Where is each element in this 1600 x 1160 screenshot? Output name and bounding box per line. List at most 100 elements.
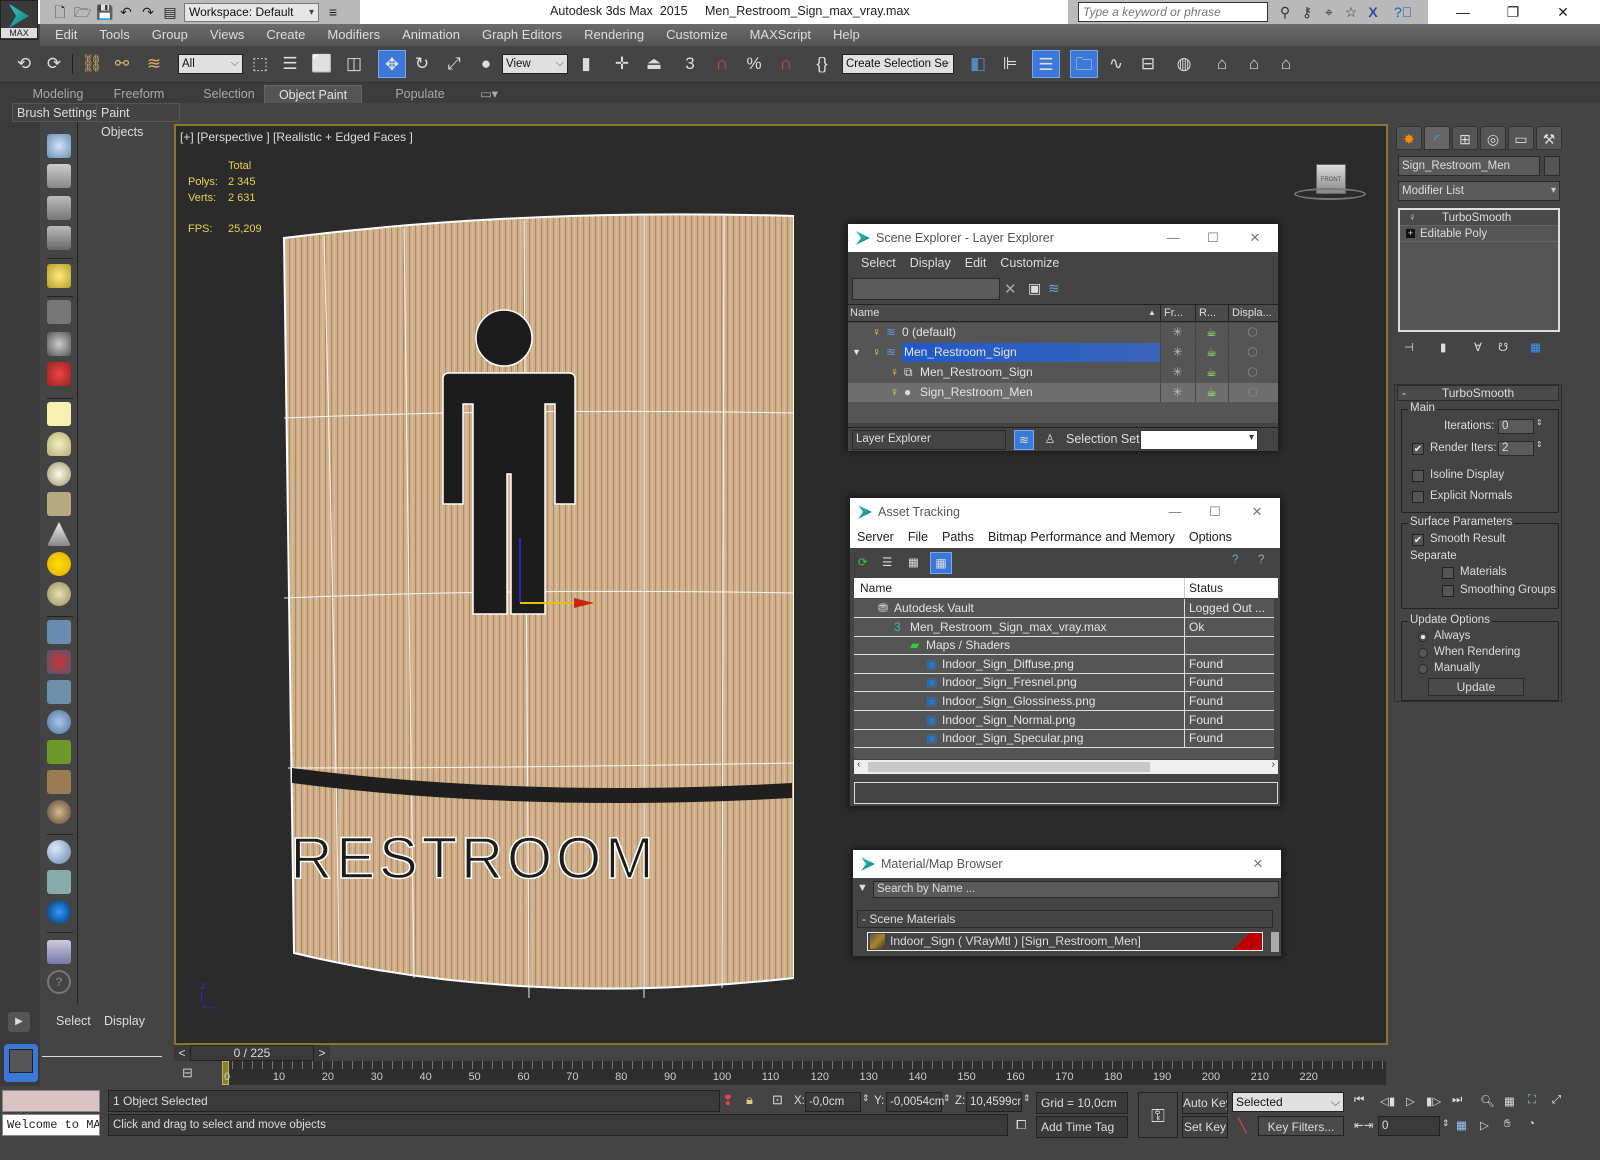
menu-rendering[interactable]: Rendering [573, 24, 655, 46]
object-name-field[interactable]: Sign_Restroom_Men [1398, 156, 1540, 176]
create-tab-icon[interactable]: ✸ [1396, 126, 1422, 150]
freeze-icon[interactable]: ✳ [1160, 323, 1194, 342]
render-iters-checkbox[interactable]: ✔ [1412, 443, 1424, 455]
remove-modifier-icon[interactable]: ☋ [1498, 340, 1508, 354]
col-status[interactable]: Status [1184, 578, 1223, 598]
hair-farm-icon[interactable] [47, 770, 71, 794]
menu-options[interactable]: Options [1182, 530, 1239, 544]
time-tag-icon[interactable]: ⧠ [1016, 1117, 1026, 1133]
zoom-icon[interactable]: 🔍︎ [1480, 1094, 1495, 1108]
material-item[interactable]: Indoor_Sign ( VRayMtl ) [Sign_Restroom_M… [867, 932, 1263, 951]
asset-row[interactable]: ▣ Indoor_Sign_Normal.png Found [854, 710, 1274, 730]
angle-snap-icon[interactable]: ∩ [708, 50, 736, 78]
spinner-arrows-icon[interactable]: ⇕ [943, 1093, 951, 1104]
redo-icon[interactable]: ↷ [140, 4, 156, 20]
modifier-list-dropdown[interactable]: Modifier List ▾ [1398, 181, 1560, 201]
track-bar[interactable]: 0 10 20 30 40 50 60 70 80 90 100 110 120 130 140 150 160… [222, 1061, 1386, 1085]
selection-filter-dropdown[interactable]: All [178, 54, 243, 74]
exchange-icon[interactable]: X [1364, 3, 1382, 21]
mesh-light-icon[interactable] [47, 492, 71, 516]
ies-light-icon[interactable] [47, 522, 71, 546]
freeze-icon[interactable]: ✳ [1160, 383, 1194, 402]
zoom-all-icon[interactable]: ▦ [1504, 1094, 1515, 1108]
menu-graph-editors[interactable]: Graph Editors [471, 24, 573, 46]
browser-options-icon[interactable]: ▼ [857, 882, 868, 894]
viewport-label[interactable]: [+] [Perspective ] [Realistic + Edged Fa… [180, 130, 413, 144]
radio-when-rendering[interactable] [1418, 648, 1428, 658]
link-icon[interactable]: ⛓ [78, 50, 106, 78]
key-mode-dropdown[interactable]: Selected ⌵ [1232, 1092, 1344, 1112]
dome-camera-icon[interactable] [47, 332, 71, 356]
menu-bitmap-performance[interactable]: Bitmap Performance and Memory [981, 530, 1182, 544]
menu-edit[interactable]: Edit [958, 256, 994, 270]
close-button[interactable]: ✕ [1242, 498, 1272, 526]
scroll-left-icon[interactable]: ‹ [857, 759, 860, 770]
collapse-arrow-icon[interactable]: ▼ [852, 343, 861, 362]
spinner-arrows-icon[interactable]: ⇕ [1442, 1118, 1450, 1129]
tab-modeling[interactable]: Modeling [20, 85, 96, 103]
asset-tracking-titlebar[interactable]: Asset Tracking — ☐ ✕ [850, 498, 1280, 526]
pan-view-icon[interactable]: ✋︎ [1504, 1118, 1511, 1131]
render-iters-spinner[interactable]: 2 [1498, 441, 1534, 456]
asset-row[interactable]: ▰ Maps / Shaders [854, 636, 1274, 656]
select-move-icon[interactable]: ✥ [378, 50, 406, 78]
time-configuration-icon[interactable]: ▦ [1456, 1118, 1467, 1132]
table-view-icon[interactable]: ▦ [930, 552, 952, 574]
scene-tree-row[interactable]: ♀ ⧉ Men_Restroom_Sign ✳ ☕︎ ⬡ [848, 363, 1278, 382]
open-file-icon[interactable]: 🗁 [74, 4, 91, 20]
menu-views[interactable]: Views [199, 24, 255, 46]
y-coordinate-field[interactable]: -0,0054cm [886, 1092, 944, 1112]
workspace-dropdown[interactable]: Workspace: Default [184, 2, 319, 22]
tab-freeform[interactable]: Freeform [104, 85, 174, 103]
restroom-sign-model[interactable]: RESTROOM [264, 208, 794, 998]
render-production-icon[interactable]: ⌂ [1272, 50, 1300, 78]
panel-brush-settings[interactable]: Brush Settings [12, 103, 104, 122]
smooth-result-checkbox[interactable]: ✔ [1412, 534, 1424, 546]
play-icon[interactable]: ▷ [1406, 1094, 1415, 1108]
pin-stack-icon[interactable]: ⊣ [1404, 340, 1414, 354]
material-sphere-icon[interactable] [47, 840, 71, 864]
save-icon[interactable]: 💾 [96, 4, 113, 20]
maximize-button[interactable]: ☐ [1200, 498, 1230, 526]
window-crossing-icon[interactable]: ◫ [340, 50, 368, 78]
fur-icon[interactable] [47, 650, 71, 674]
clear-search-icon[interactable]: ✕ [1004, 280, 1017, 298]
plane-icon[interactable] [47, 680, 71, 704]
viewcube-ring[interactable] [1294, 188, 1366, 200]
render-setup-icon[interactable]: ⌂ [1208, 50, 1236, 78]
add-time-tag-button[interactable]: Add Time Tag [1036, 1116, 1128, 1138]
help-info-icon[interactable]: ? [1258, 554, 1264, 566]
menu-animation[interactable]: Animation [391, 24, 471, 46]
minimize-button[interactable]: — [1160, 498, 1190, 526]
selection-set-dropdown[interactable]: ▾ [1140, 430, 1258, 450]
reference-coordinate-dropdown[interactable]: View [502, 54, 568, 74]
spinner-arrows-icon[interactable]: ⇕ [1536, 418, 1543, 427]
pivot-center-icon[interactable]: ▮ [572, 50, 600, 78]
explorer-mode-dropdown[interactable]: Layer Explorer [852, 430, 1006, 450]
expand-icon[interactable]: + [1406, 229, 1415, 238]
settings-panel-icon[interactable] [47, 226, 71, 250]
lightbulb-icon[interactable]: ♀ [890, 363, 899, 382]
displacement-icon[interactable] [47, 710, 71, 734]
display-box-icon[interactable]: ⬡ [1228, 343, 1276, 362]
spinner-arrows-icon[interactable]: ⇕ [862, 1093, 870, 1104]
material-editor-icon[interactable]: ◍ [1170, 50, 1198, 78]
selection-lock-icon[interactable]: 🔒︎ [746, 1092, 753, 1108]
edit-named-selection-icon[interactable]: {} [808, 50, 836, 78]
absolute-mode-icon[interactable]: ⊡ [772, 1092, 783, 1108]
sun-light-icon[interactable] [47, 552, 71, 576]
renderable-teapot-icon[interactable]: ☕︎ [1195, 323, 1227, 342]
menu-paths[interactable]: Paths [935, 530, 981, 544]
project-folder-icon[interactable]: ▤ [162, 4, 178, 20]
asset-row[interactable]: ⛃ Autodesk Vault Logged Out ... [854, 599, 1274, 618]
physical-camera-icon[interactable] [47, 362, 71, 386]
tree-view-icon[interactable]: ▦ [908, 555, 919, 569]
asset-row[interactable]: ▣ Indoor_Sign_Specular.png Found [854, 729, 1274, 749]
align-icon[interactable]: ⊫ [996, 50, 1024, 78]
horizontal-scrollbar[interactable]: ‹ › [854, 759, 1278, 774]
add-to-layer-icon[interactable]: ≋ [1048, 280, 1060, 297]
undo-icon[interactable]: ↶ [118, 4, 134, 20]
asset-row[interactable]: ▣ Indoor_Sign_Glossiness.png Found [854, 692, 1274, 711]
material-search-input[interactable]: Search by Name ... [873, 881, 1279, 898]
material-assign-icon[interactable] [47, 870, 71, 894]
